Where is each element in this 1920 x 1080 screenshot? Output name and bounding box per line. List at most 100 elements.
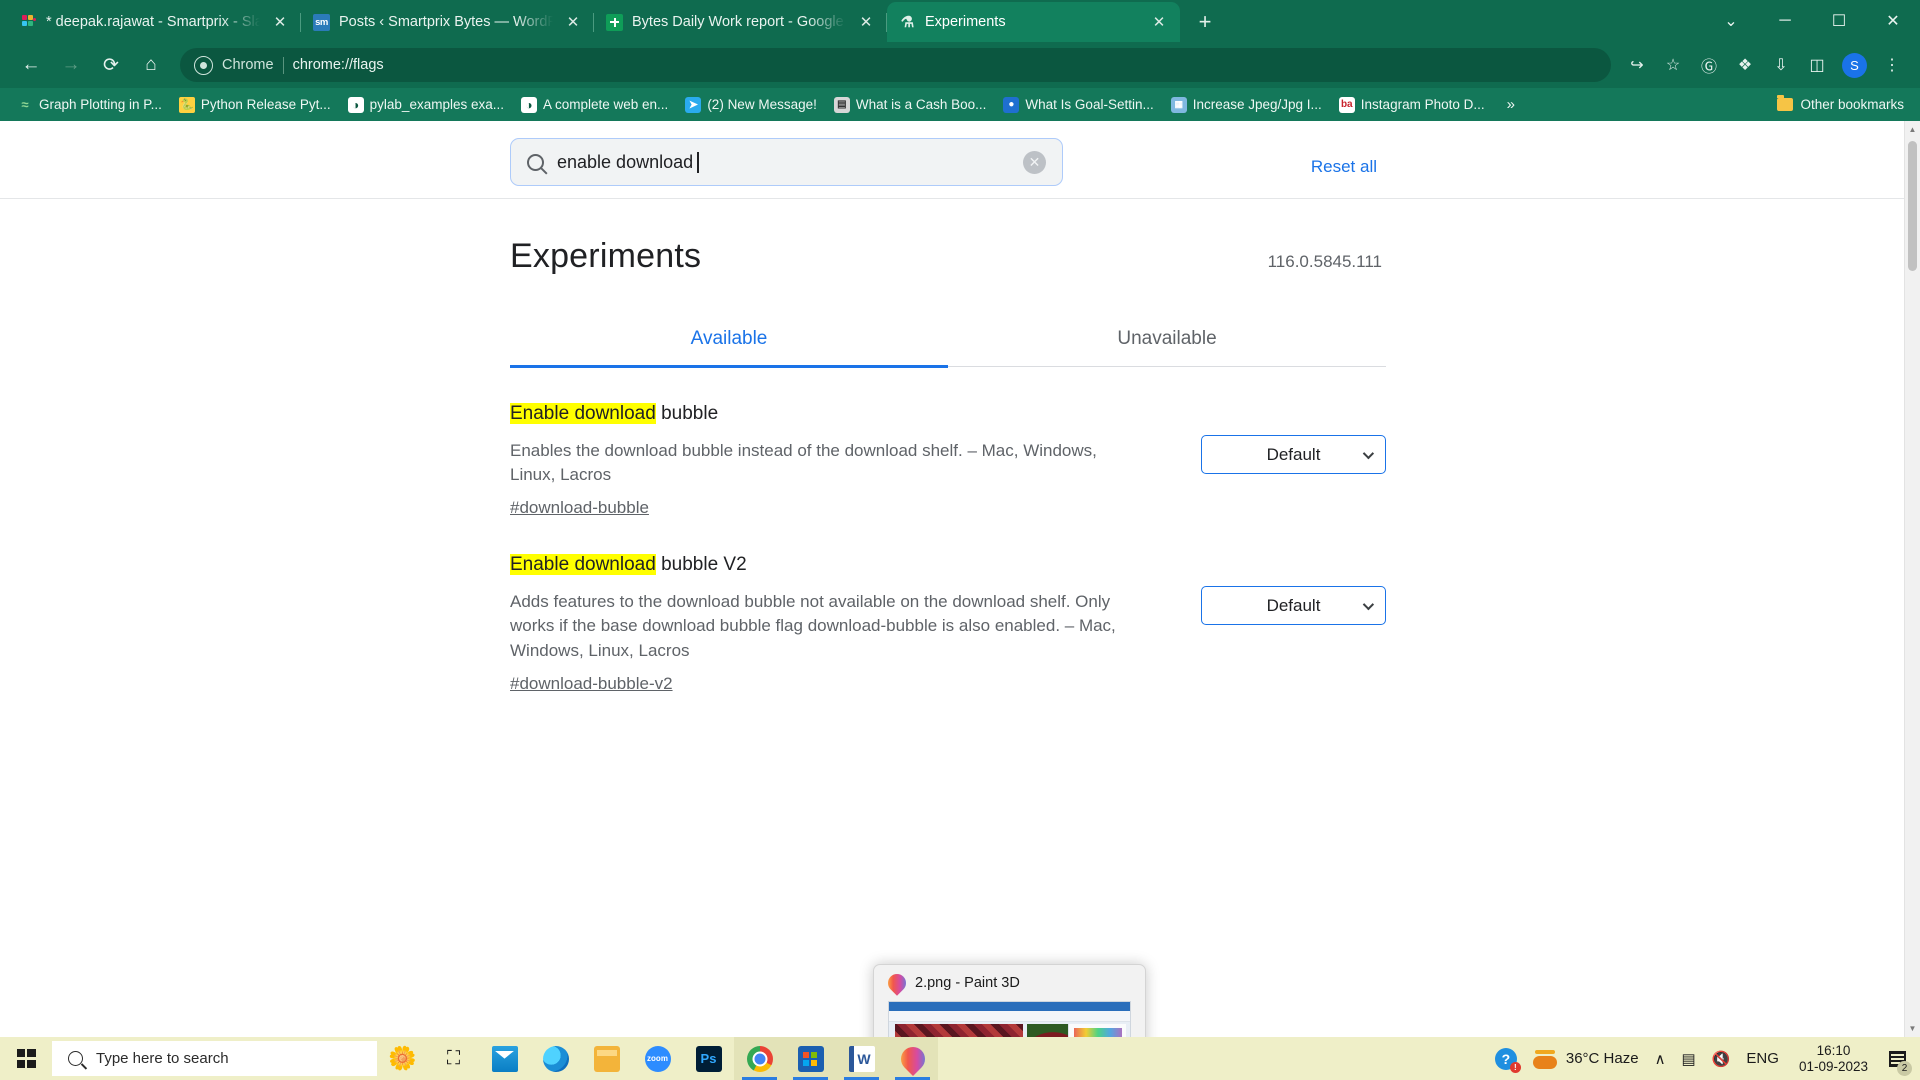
- tab-title: Experiments: [925, 14, 1006, 30]
- tray-expand-icon[interactable]: ∧: [1647, 1050, 1674, 1068]
- new-tab-button[interactable]: +: [1188, 5, 1222, 39]
- taskbar-app-explorer[interactable]: [581, 1037, 632, 1080]
- start-button[interactable]: [0, 1037, 52, 1080]
- taskbar-task-view[interactable]: ⛶: [428, 1037, 479, 1080]
- photoshop-icon: Ps: [695, 1045, 722, 1072]
- taskbar-app-mail[interactable]: [479, 1037, 530, 1080]
- chevron-down-icon[interactable]: ⌄: [1704, 0, 1758, 42]
- taskbar-app-store[interactable]: [785, 1037, 836, 1080]
- address-bar[interactable]: Chrome chrome://flags: [180, 48, 1611, 82]
- bookmark-item[interactable]: ba Instagram Photo D...: [1332, 94, 1492, 116]
- omnibox-scheme-label: Chrome: [222, 57, 274, 73]
- flag-description: Enables the download bubble instead of t…: [510, 441, 1097, 485]
- bookmark-item[interactable]: ➤ (2) New Message!: [678, 94, 824, 116]
- bookmark-item[interactable]: 🐍 Python Release Pyt...: [172, 94, 338, 116]
- flag-title-rest: bubble: [655, 403, 719, 424]
- version-label: 116.0.5845.111: [1267, 252, 1382, 271]
- language-indicator[interactable]: ENG: [1738, 1050, 1787, 1067]
- flag-title: Enable download bubble V2: [510, 554, 1190, 576]
- bookmark-item[interactable]: ≈ Graph Plotting in P...: [10, 94, 169, 116]
- notification-center-button[interactable]: 2: [1880, 1037, 1914, 1080]
- downloads-icon[interactable]: ⇩: [1765, 49, 1797, 81]
- flag-select-dropdown[interactable]: Default: [1201, 435, 1386, 474]
- clear-search-icon[interactable]: ✕: [1023, 150, 1046, 174]
- scrollbar-thumb[interactable]: [1908, 141, 1917, 271]
- taskbar-search-input[interactable]: Type here to search: [52, 1041, 377, 1076]
- taskbar-app-photoshop[interactable]: Ps: [683, 1037, 734, 1080]
- toolbar-actions: ↪ ☆ Ⓖ ❖ ⇩ ◫ S ⋮: [1621, 49, 1908, 81]
- clock-time: 16:10: [1816, 1043, 1851, 1059]
- taskbar-app-zoom[interactable]: zoom: [632, 1037, 683, 1080]
- home-button[interactable]: ⌂: [132, 46, 170, 84]
- extension-grammarly-icon[interactable]: Ⓖ: [1693, 49, 1725, 81]
- chrome-icon: [746, 1045, 773, 1072]
- reload-button[interactable]: ⟳: [92, 46, 130, 84]
- volume-muted-icon[interactable]: 🔇: [1704, 1050, 1739, 1068]
- side-panel-icon[interactable]: ◫: [1801, 49, 1833, 81]
- flag-text: Enable download bubble V2 Adds features …: [510, 554, 1190, 693]
- scroll-up-icon[interactable]: ▲: [1905, 121, 1920, 138]
- minimize-button[interactable]: ─: [1758, 0, 1812, 42]
- close-icon[interactable]: ✕: [562, 11, 584, 33]
- flag-description: Adds features to the download bubble not…: [510, 592, 1116, 660]
- weather-widget[interactable]: 36°C Haze: [1525, 1048, 1647, 1070]
- google-sheets-icon: [606, 13, 623, 31]
- search-icon: [68, 1051, 83, 1066]
- browser-tab-3[interactable]: Bytes Daily Work report - Google ✕: [594, 2, 887, 42]
- share-icon[interactable]: ↪: [1621, 49, 1653, 81]
- flag-select-dropdown[interactable]: Default: [1201, 586, 1386, 626]
- help-alert-icon[interactable]: ?: [1487, 1047, 1525, 1073]
- bookmark-star-icon[interactable]: ☆: [1657, 49, 1689, 81]
- taskbar-app-word[interactable]: W: [836, 1037, 887, 1080]
- close-icon[interactable]: ✕: [1148, 11, 1170, 33]
- text-caret: [697, 151, 699, 173]
- close-window-button[interactable]: ✕: [1866, 0, 1920, 42]
- avatar[interactable]: S: [1842, 52, 1867, 78]
- slack-icon: [20, 14, 37, 31]
- search-input[interactable]: enable download ✕: [510, 138, 1063, 186]
- tab-title: Bytes Daily Work report - Google: [632, 14, 844, 30]
- taskbar-app-paint3d[interactable]: [887, 1037, 938, 1080]
- forward-button[interactable]: →: [52, 46, 90, 84]
- scroll-down-icon[interactable]: ▼: [1905, 1020, 1920, 1037]
- preview-thumbnail[interactable]: [888, 1001, 1131, 1037]
- haze-icon: [1532, 1048, 1557, 1070]
- extensions-puzzle-icon[interactable]: ❖: [1729, 49, 1761, 81]
- flag-title: Enable download bubble: [510, 403, 1190, 425]
- flag-id-link[interactable]: #download-bubble: [510, 498, 649, 518]
- bookmark-item[interactable]: ● What Is Goal-Settin...: [996, 94, 1160, 116]
- bookmarks-overflow-button[interactable]: »: [1501, 96, 1521, 113]
- maximize-button[interactable]: ☐: [1812, 0, 1866, 42]
- close-icon[interactable]: ✕: [855, 11, 877, 33]
- browser-tab-4-active[interactable]: ⚗ Experiments ✕: [887, 2, 1180, 42]
- bookmark-label: What is a Cash Boo...: [855, 97, 987, 112]
- mail-icon: [491, 1045, 518, 1072]
- bookmark-item[interactable]: ◑ pylab_examples exa...: [341, 94, 511, 116]
- page-scrollbar[interactable]: ▲ ▼: [1904, 121, 1920, 1037]
- flag-id-link[interactable]: #download-bubble-v2: [510, 674, 673, 694]
- browser-tab-1[interactable]: * deepak.rajawat - Smartprix - Sla ✕: [8, 2, 301, 42]
- bookmark-item[interactable]: ▤ What is a Cash Boo...: [827, 94, 994, 116]
- chrome-menu-icon[interactable]: ⋮: [1876, 49, 1908, 81]
- clock[interactable]: 16:10 01-09-2023: [1787, 1043, 1880, 1073]
- flags-header: enable download ✕ Reset all: [0, 121, 1920, 199]
- bookmark-item[interactable]: ◑ A complete web en...: [514, 94, 675, 116]
- taskbar-app-chrome[interactable]: [734, 1037, 785, 1080]
- bookmark-label: Python Release Pyt...: [200, 97, 331, 112]
- reset-all-button[interactable]: Reset all: [1293, 148, 1395, 186]
- battery-icon[interactable]: ▤: [1674, 1050, 1704, 1068]
- taskbar-preview-popup[interactable]: 2.png - Paint 3D: [873, 964, 1146, 1037]
- taskbar-app-edge[interactable]: [530, 1037, 581, 1080]
- system-tray: ? 36°C Haze ∧ ▤ 🔇 ENG 16:10 01-09-2023 2: [1487, 1037, 1920, 1080]
- back-button[interactable]: ←: [12, 46, 50, 84]
- globe-icon: ◑: [347, 96, 364, 113]
- tab-available[interactable]: Available: [510, 316, 948, 368]
- other-bookmarks-folder[interactable]: Other bookmarks: [1777, 95, 1910, 112]
- weather-label: 36°C Haze: [1565, 1050, 1639, 1067]
- omnibox-url: chrome://flags: [292, 57, 384, 73]
- bookmark-item[interactable]: ▦ Increase Jpeg/Jpg I...: [1164, 94, 1329, 116]
- close-icon[interactable]: ✕: [269, 11, 291, 33]
- browser-tab-2[interactable]: sm Posts ‹ Smartprix Bytes — WordP ✕: [301, 2, 594, 42]
- taskbar-app-flower[interactable]: 🌼: [377, 1037, 428, 1080]
- tab-unavailable[interactable]: Unavailable: [948, 316, 1386, 366]
